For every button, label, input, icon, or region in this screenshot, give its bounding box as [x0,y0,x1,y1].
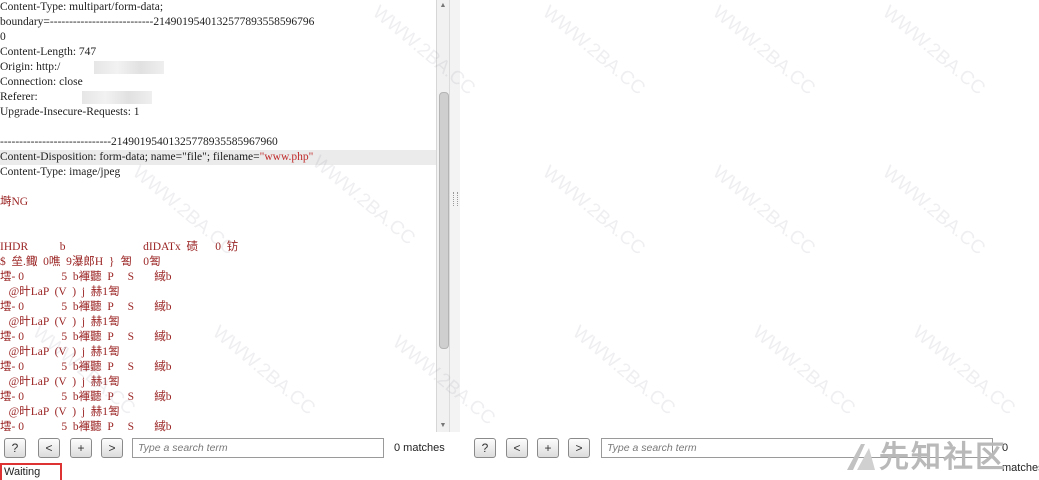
line-text: @旪LaP (V ) j 赫1匒 [0,316,120,328]
request-line: @旪LaP (V ) j 赫1匒 [0,315,120,330]
site-logo: 先知社区 [845,438,1035,478]
line-text: Content-Type: image/jpeg [0,166,121,178]
prev-match-button[interactable]: < [506,438,528,458]
line-text: @旪LaP (V ) j 赫1匒 [0,286,120,298]
request-line: 墵- 0 5 b褌聽 P S 緎b [0,330,171,345]
request-line: @旪LaP (V ) j 赫1匒 [0,405,120,420]
request-line: boundary=---------------------------2149… [0,15,314,30]
scrollbar-thumb[interactable] [439,92,449,349]
line-text: Content-Type: multipart/form-data; [0,1,164,13]
splitter-grip-icon[interactable] [453,192,458,206]
help-button[interactable]: ? [474,438,496,458]
request-line: Content-Length: 747 [0,45,96,60]
request-line: @旪LaP (V ) j 赫1匒 [0,345,120,360]
line-text: 墵- 0 5 b褌聽 P S 緎b [0,421,172,432]
request-line: Content-Type: image/jpeg [0,165,120,180]
line-text: 墵- 0 5 b褌聽 P S 緎b [0,361,172,373]
line-text: 墵- 0 5 b褌聽 P S 緎b [0,301,172,313]
line-text: @旪LaP (V ) j 赫1匒 [0,346,120,358]
line-text: 0 [0,31,6,43]
line-text: Referer: [0,91,38,103]
request-line: @旪LaP (V ) j 赫1匒 [0,285,120,300]
next-match-button[interactable]: > [568,438,590,458]
request-line: Content-Type: multipart/form-data; [0,0,163,15]
match-count: 0 matches [394,442,445,454]
redacted-block [81,90,152,104]
request-line: $ 垒.鲰 0噍 9瀑郎H } 匒 0匒 [0,255,160,270]
redacted-block [94,60,165,74]
request-line: 墵- 0 5 b褌聽 P S 緎b [0,360,171,375]
line-text: @旪LaP (V ) j 赫1匒 [0,406,120,418]
prev-match-button[interactable]: < [38,438,60,458]
add-button[interactable]: + [537,438,559,458]
request-line: Connection: close [0,75,83,90]
request-line: 0 [0,30,6,45]
response-editor[interactable] [460,0,1039,432]
request-line: Referer: [0,90,152,105]
next-match-button[interactable]: > [101,438,123,458]
line-text: boundary=---------------------------2149… [0,16,315,28]
line-text: Upgrade-Insecure-Requests: 1 [0,106,140,118]
request-line: 塒NG [0,195,28,210]
request-line: @旪LaP (V ) j 赫1匒 [0,375,120,390]
request-line: Content-Disposition: form-data; name="fi… [0,150,436,165]
line-text: -----------------------------21490195401… [0,136,278,148]
line-text: 墵- 0 5 b褌聽 P S 緎b [0,391,172,403]
line-text: Content-Disposition: form-data; name="fi… [0,151,260,163]
line-text: Connection: close [0,76,83,88]
logo-text: 先知社区 [879,440,1007,475]
line-text: @旪LaP (V ) j 赫1匒 [0,376,120,388]
line-text: Origin: http:/ [0,61,61,73]
request-line: Upgrade-Insecure-Requests: 1 [0,105,140,120]
filename-value: "www.php" [259,151,314,163]
request-scrollbar[interactable]: ▲ ▼ [436,0,449,432]
line-text: 墵- 0 5 b褌聽 P S 緎b [0,271,172,283]
request-line: 墵- 0 5 b褌聽 P S 緎b [0,390,171,405]
request-line: 墵- 0 5 b褌聽 P S 緎b [0,420,171,432]
line-text: 塒NG [0,196,29,208]
request-line: 墵- 0 5 b褌聽 P S 緎b [0,300,171,315]
line-text: IHDR b dIDATx 碛 0 钫 [0,241,239,253]
line-text: 墵- 0 5 b褌聽 P S 緎b [0,331,172,343]
request-line: Origin: http:/ [0,60,165,75]
help-button[interactable]: ? [4,438,26,458]
request-line: -----------------------------21490195401… [0,135,278,150]
status-waiting: Waiting [0,463,62,480]
add-button[interactable]: + [70,438,92,458]
line-text: Content-Length: 747 [0,46,97,58]
request-editor[interactable]: Content-Type: multipart/form-data; bounda… [0,0,436,432]
search-bar-left: ? < + > 0 matches [0,436,460,462]
request-line: IHDR b dIDATx 碛 0 钫 [0,240,238,255]
scroll-up-arrow-icon[interactable]: ▲ [437,1,449,11]
logo-mark-icon [847,444,875,470]
request-line: 墵- 0 5 b褌聽 P S 緎b [0,270,171,285]
line-text: $ 垒.鲰 0噍 9瀑郎H } 匒 0匒 [0,256,161,268]
scroll-down-arrow-icon[interactable]: ▼ [437,421,449,431]
search-input[interactable] [132,438,384,458]
